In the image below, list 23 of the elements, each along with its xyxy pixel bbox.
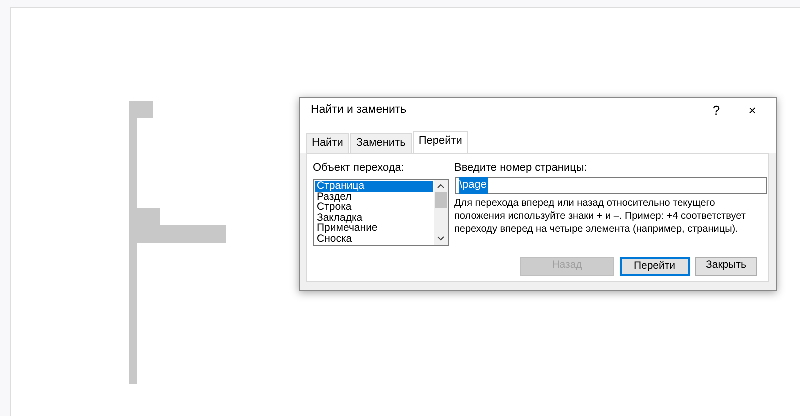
help-button[interactable]: ? <box>698 100 734 120</box>
list-item[interactable]: Раздел <box>315 192 433 202</box>
window-title: Найти и заменить <box>311 102 408 118</box>
field-label: Введите номер страницы: <box>454 160 588 176</box>
list-item[interactable]: Страница <box>315 181 433 192</box>
list-item[interactable]: Строка <box>315 202 433 213</box>
close-button[interactable]: × <box>734 100 770 120</box>
scrollbar-thumb[interactable] <box>435 192 447 208</box>
tab[interactable]: Перейти <box>412 131 468 152</box>
field-label: Объект перехода: <box>313 160 406 176</box>
list-item[interactable]: Примечание <box>315 223 433 234</box>
list-item[interactable]: Сноска <box>315 234 433 245</box>
hint-text: Для перехода вперед или назад относительно текущего положения используйте знаки + и –. Пример: +4 соответствует переходу вперед на четыре элемента (например, страницы). <box>454 197 747 236</box>
field-value: \page <box>458 177 488 194</box>
close-dialog-button[interactable]: Закрыть <box>695 256 758 276</box>
tab[interactable]: Заменить <box>350 133 412 152</box>
down-chevron-icon[interactable] <box>437 236 445 242</box>
up-chevron-icon[interactable] <box>437 182 445 189</box>
scrollbar[interactable] <box>434 180 448 245</box>
list-item[interactable]: Закладка <box>315 212 433 224</box>
input-field[interactable]: \page <box>454 177 766 194</box>
tab[interactable]: Найти <box>306 133 350 152</box>
go-button[interactable]: Перейти <box>620 256 690 276</box>
